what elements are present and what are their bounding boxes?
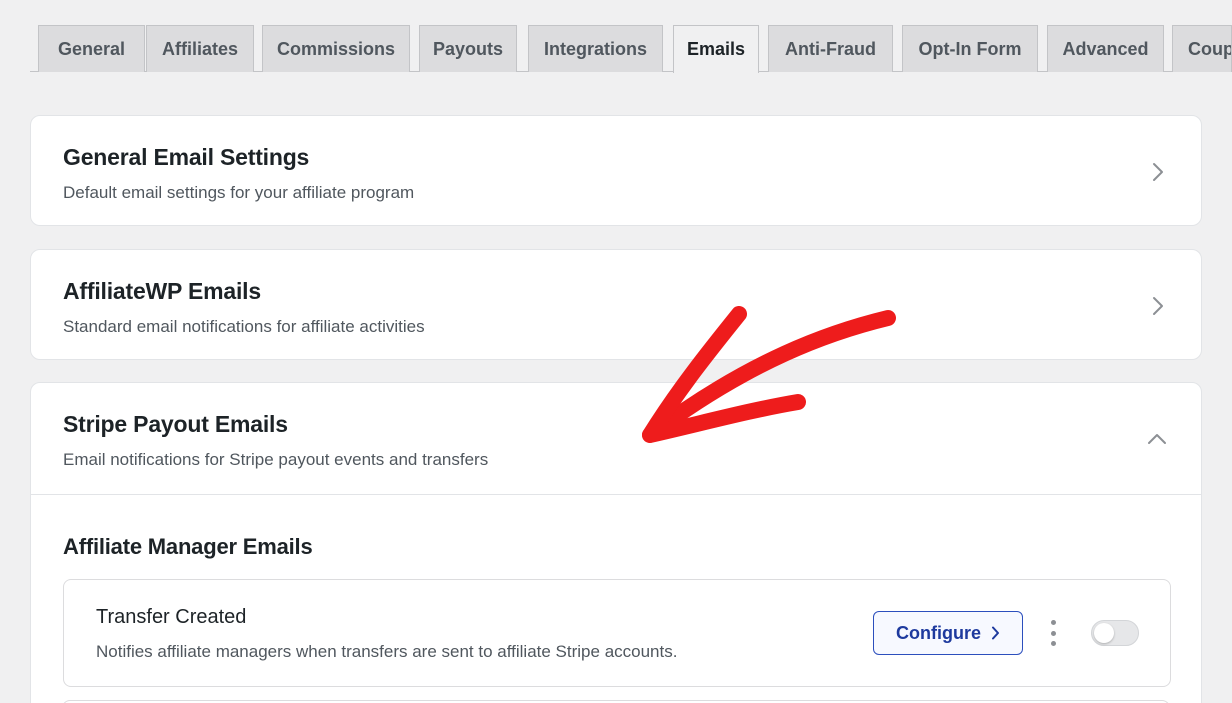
settings-page: General Affiliates Commissions Payouts I… [0,0,1232,703]
affiliatewp-emails-card[interactable]: AffiliateWP Emails Standard email notifi… [30,249,1202,360]
tab-coupons[interactable]: Coup [1172,25,1232,72]
settings-tabs: General Affiliates Commissions Payouts I… [30,24,1232,73]
section-divider [31,494,1201,495]
email-description: Notifies affiliate managers when transfe… [96,642,678,661]
tab-payouts[interactable]: Payouts [419,25,517,72]
chevron-right-icon[interactable] [1145,159,1171,185]
email-title: Transfer Created [96,606,247,628]
tab-anti-fraud[interactable]: Anti-Fraud [768,25,893,72]
email-group-title: Affiliate Manager Emails [63,534,313,559]
email-enabled-toggle[interactable] [1091,620,1139,646]
section-title: Stripe Payout Emails [63,411,288,437]
section-description: Standard email notifications for affilia… [63,317,425,336]
section-title: AffiliateWP Emails [63,278,261,304]
section-description: Email notifications for Stripe payout ev… [63,450,489,469]
general-email-settings-card[interactable]: General Email Settings Default email set… [30,115,1202,226]
section-description: Default email settings for your affiliat… [63,183,415,202]
tab-integrations[interactable]: Integrations [528,25,663,72]
chevron-right-icon[interactable] [1145,293,1171,319]
tab-affiliates[interactable]: Affiliates [146,25,254,72]
toggle-knob [1094,623,1114,643]
stripe-payout-emails-card: Stripe Payout Emails Email notifications… [30,382,1202,703]
configure-label: Configure [896,622,981,643]
tab-advanced[interactable]: Advanced [1047,25,1164,72]
email-item-transfer-created: Transfer Created Notifies affiliate mana… [63,579,1171,687]
tab-emails[interactable]: Emails [673,25,759,73]
configure-button[interactable]: Configure [873,611,1023,655]
tab-commissions[interactable]: Commissions [262,25,410,72]
tab-opt-in-form[interactable]: Opt-In Form [902,25,1038,72]
tab-general[interactable]: General [38,25,145,72]
more-options-icon[interactable] [1047,620,1059,646]
stripe-payout-emails-header[interactable]: Stripe Payout Emails Email notifications… [31,383,1201,494]
chevron-up-icon[interactable] [1144,426,1170,452]
chevron-right-icon [992,626,999,640]
section-title: General Email Settings [63,144,310,170]
